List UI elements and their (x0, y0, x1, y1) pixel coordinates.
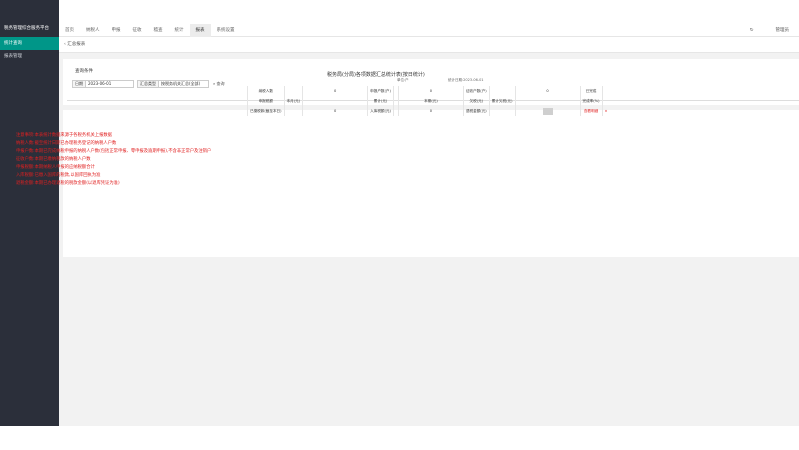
table-row: 申报税额 本月(元) 累计(元) 本期(元) 欠税(元) 累计欠税(元) 完成率… (247, 96, 610, 106)
table-cell: 0 (302, 106, 368, 116)
top-right: ↻ 管理员 (750, 24, 789, 37)
refresh-icon[interactable]: ↻ (750, 24, 754, 37)
search-icon: ⌕ (213, 81, 216, 86)
tab-label: 汇总报表 (67, 42, 86, 47)
table-cell (488, 106, 515, 116)
table-cell: 累计欠税(元) (488, 96, 515, 106)
table-cell: 完成率(%) (579, 96, 602, 106)
query-label: 查询 (216, 81, 225, 86)
report-unit: 单位:户 (397, 78, 409, 82)
tab-summary[interactable]: ‹ 汇总报表 (64, 41, 85, 47)
report-title: 税务局(分局)各项数据汇总统计表(按日统计) (327, 72, 425, 78)
table-cell: 征收户数(户) (462, 86, 490, 96)
note-line: 申报税额:本期纳税人申报的应纳税额合计 (16, 165, 95, 170)
top-nav-item[interactable]: 首页 (59, 24, 80, 37)
filter-legend: 查询条件 (75, 69, 93, 74)
table-cell (601, 86, 610, 96)
table-cell (302, 96, 368, 106)
tab-bar: ‹ 汇总报表 (59, 37, 799, 53)
table-cell (283, 106, 303, 116)
note-line: 申报户数:本期已完成纳税申报的纳税人户数(包括正常申报、零申报及逾期申报),不含… (16, 149, 212, 154)
report-date: 统计日期:2023-06-01 (448, 78, 484, 82)
table-cell (514, 96, 580, 106)
table-cell (514, 106, 580, 116)
top-nav-item[interactable]: 申报 (106, 24, 127, 37)
close-icon[interactable]: × (601, 106, 610, 116)
table-cell (283, 86, 303, 96)
report-table: 纳税人数 0 申报户数(户) 0 征收户数(户) 0 已完成 申报税额 本月(元… (247, 86, 610, 116)
view-detail-link[interactable]: 查看明细 (579, 106, 602, 116)
table-cell: 本月(元) (283, 96, 303, 106)
note-line: 入库税额:已缴入国库的税款,以国库回执为准 (16, 173, 101, 178)
notes: 注意事项:本表统计数据来源于各税务机关上报数据 纳税人数:截至统计日期已办理税务… (16, 132, 211, 188)
note-line: 纳税人数:截至统计日期已办理税务登记的纳税人户数 (16, 141, 117, 146)
table-cell: 申报税额 (247, 96, 285, 106)
redacted-block (542, 107, 553, 115)
top-nav-item[interactable]: 统计 (169, 24, 190, 37)
summary-type-label: 汇总类型 (138, 81, 159, 87)
sidebar-item-reports[interactable]: 报表管理 (0, 50, 59, 63)
top-bar: 首页 纳税人 申报 征收 稽查 统计 报表 系统设置 ↻ 管理员 (59, 0, 799, 37)
table-cell: 0 (514, 86, 580, 96)
table-cell: 欠税(元) (462, 96, 490, 106)
table-row: 已缴税款(截至本日) 0 入库税额(元) 0 退税金额(元) 查看明细 × (247, 106, 610, 116)
table-cell (488, 86, 515, 96)
top-nav-item[interactable]: 系统设置 (211, 24, 241, 37)
date-value: 2023-06-01 (88, 81, 112, 86)
date-label: 日期 (73, 81, 86, 87)
top-nav: 首页 纳税人 申报 征收 稽查 统计 报表 系统设置 (59, 24, 241, 37)
table-cell: 退税金额(元) (462, 106, 490, 116)
date-field[interactable]: 日期 2023-06-01 (72, 80, 134, 88)
table-cell: 0 (397, 106, 464, 116)
note-line: 退税金额:本期已办理退税的税款金额(以退库凭证为准) (16, 181, 120, 186)
app-brand: 税务管理综合服务平台 (4, 26, 49, 31)
top-nav-item[interactable]: 纳税人 (80, 24, 106, 37)
user-menu[interactable]: 管理员 (776, 24, 790, 37)
note-line: 注意事项:本表统计数据来源于各税务机关上报数据 (16, 133, 112, 138)
table-cell (601, 96, 610, 106)
table-cell: 申报户数(户) (367, 86, 394, 96)
summary-type-value: 按税务机关汇总(全部) (161, 81, 201, 86)
table-cell: 本期(元) (397, 96, 464, 106)
sidebar: 税务管理综合服务平台 统计查询 报表管理 (0, 0, 59, 426)
page-bottom (0, 426, 799, 450)
top-nav-item[interactable]: 稽查 (148, 24, 169, 37)
table-row: 纳税人数 0 申报户数(户) 0 征收户数(户) 0 已完成 (247, 86, 610, 96)
summary-type-select[interactable]: 汇总类型 按税务机关汇总(全部) (137, 80, 209, 88)
table-cell: 纳税人数 (247, 86, 285, 96)
table-cell: 已缴税款(截至本日) (247, 106, 285, 116)
table-cell: 已完成 (579, 86, 602, 96)
top-nav-item-selected[interactable]: 报表 (189, 24, 211, 37)
table-cell: 入库税额(元) (367, 106, 394, 116)
table-cell: 累计(元) (367, 96, 394, 106)
table-cell: 0 (397, 86, 464, 96)
sidebar-item-stats[interactable]: 统计查询 (0, 37, 59, 50)
table-cell: 0 (302, 86, 368, 96)
top-nav-item[interactable]: 征收 (127, 24, 148, 37)
note-line: 征收户数:本期已缴纳税款的纳税人户数 (16, 157, 91, 162)
query-button[interactable]: ⌕ 查询 (213, 80, 225, 88)
